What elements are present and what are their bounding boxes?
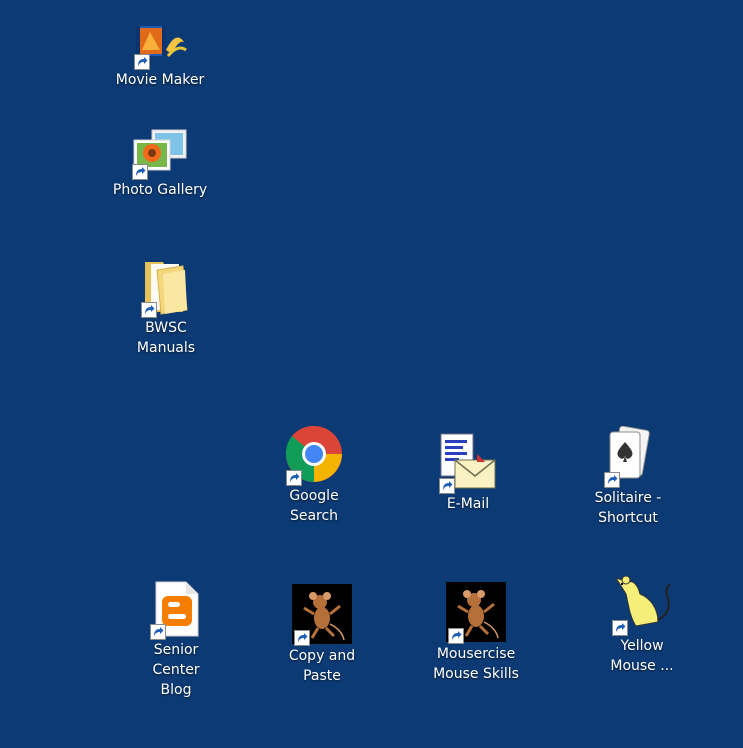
mouse-cartoon-icon <box>446 582 506 642</box>
shortcut-arrow-icon <box>612 620 628 636</box>
desktop-icon-mousercise[interactable]: Mousercise Mouse Skills <box>428 582 524 684</box>
shortcut-arrow-icon <box>439 478 455 494</box>
folder-icon <box>139 256 193 316</box>
desktop-icon-email[interactable]: E-Mail <box>420 432 516 514</box>
desktop-icon-senior-center-blog[interactable]: Senior Center Blog <box>128 580 224 700</box>
desktop-icon-label: Google Search <box>289 488 339 524</box>
shortcut-arrow-icon <box>141 302 157 318</box>
shortcut-arrow-icon <box>150 624 166 640</box>
mouse-cartoon-icon <box>292 584 352 644</box>
desktop-icon-label: E-Mail <box>446 496 490 512</box>
shortcut-arrow-icon <box>294 630 310 646</box>
desktop-icon-label: Mousercise Mouse Skills <box>433 646 519 682</box>
desktop-icon-movie-maker[interactable]: Movie Maker <box>112 20 208 90</box>
email-icon <box>437 432 499 492</box>
desktop-icon-label: BWSC Manuals <box>136 320 196 356</box>
shortcut-arrow-icon <box>132 164 148 180</box>
shortcut-arrow-icon <box>286 470 302 486</box>
yellow-mouse-icon <box>610 572 674 634</box>
desktop-icon-solitaire[interactable]: Solitaire - Shortcut <box>580 426 676 528</box>
desktop-icon-label: Senior Center Blog <box>152 642 200 698</box>
desktop-icon-label: Movie Maker <box>115 72 205 88</box>
desktop-icon-google-search[interactable]: Google Search <box>266 424 362 526</box>
shortcut-arrow-icon <box>134 54 150 70</box>
solitaire-icon <box>602 426 654 486</box>
shortcut-arrow-icon <box>604 472 620 488</box>
chrome-icon <box>284 424 344 484</box>
desktop-icon-label: Solitaire - Shortcut <box>594 490 662 526</box>
desktop-icon-copy-and-paste[interactable]: Copy and Paste <box>274 584 370 686</box>
blogger-icon <box>148 580 204 638</box>
desktop-icon-bwsc-manuals[interactable]: BWSC Manuals <box>118 256 214 358</box>
shortcut-arrow-icon <box>448 628 464 644</box>
desktop-icon-label: Yellow Mouse ... <box>610 638 674 674</box>
desktop-icon-label: Photo Gallery <box>112 182 208 198</box>
desktop-icon-photo-gallery[interactable]: Photo Gallery <box>112 128 208 200</box>
desktop-icon-label: Copy and Paste <box>288 648 356 684</box>
movie-maker-icon <box>132 20 188 68</box>
photo-gallery-icon <box>130 128 190 178</box>
desktop-icon-yellow-mouse[interactable]: Yellow Mouse ... <box>594 572 690 676</box>
